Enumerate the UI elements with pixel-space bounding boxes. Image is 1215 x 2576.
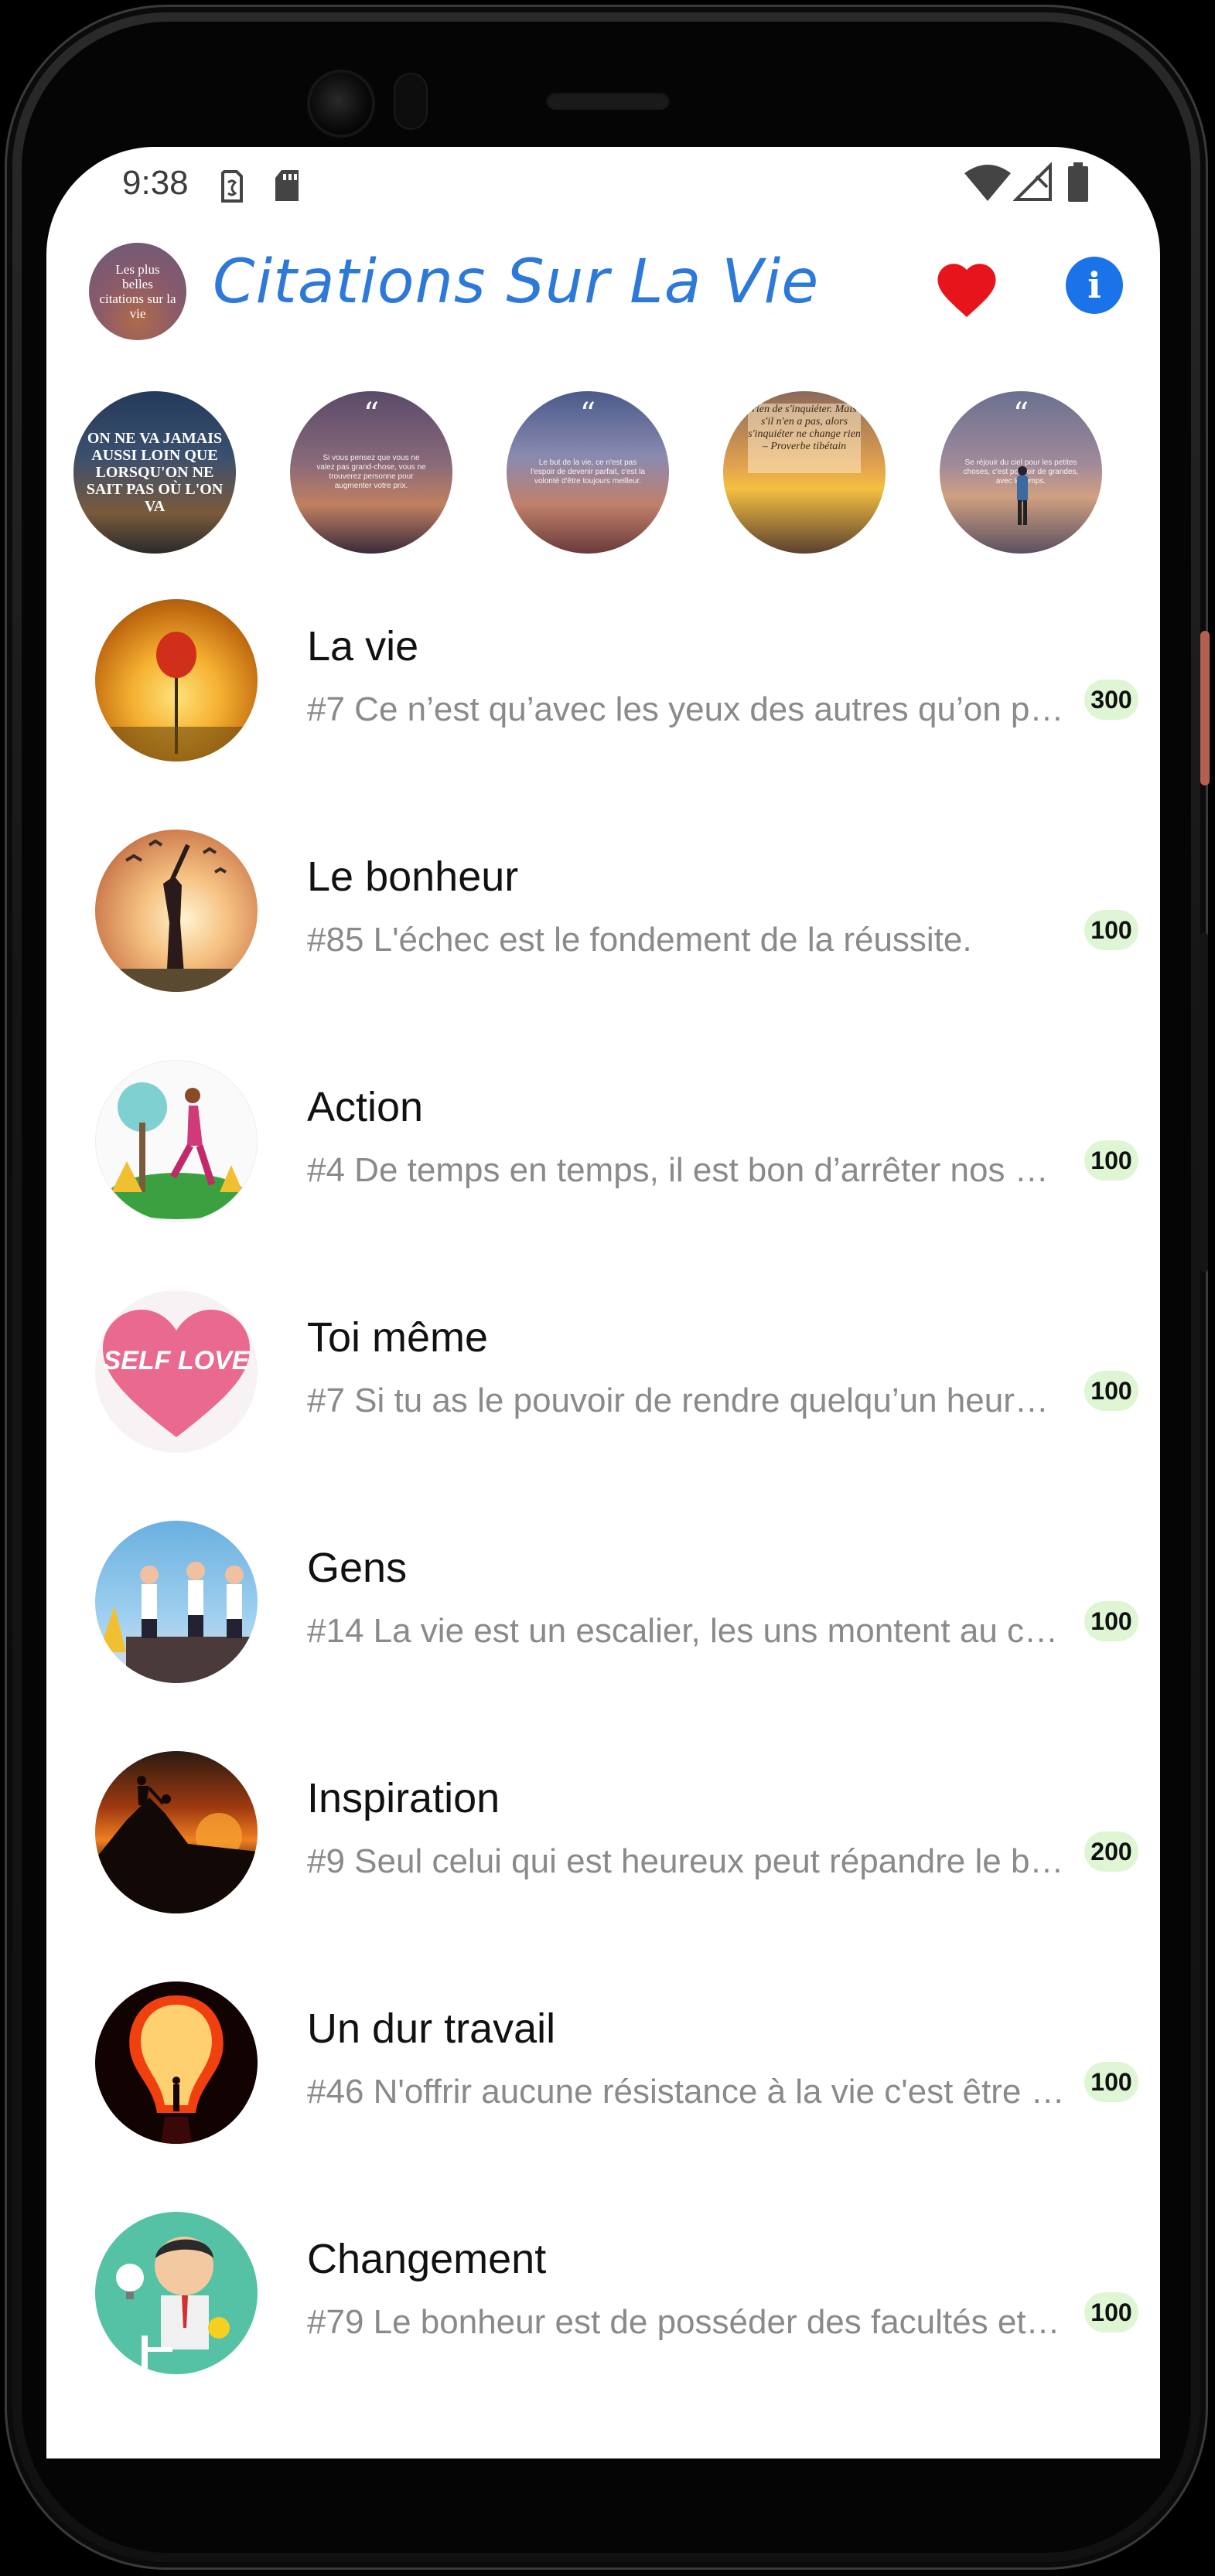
category-title: Inspiration bbox=[307, 1775, 500, 1821]
quote-mark-icon: “ bbox=[363, 397, 380, 432]
lightbulb-door-image bbox=[129, 1995, 224, 2144]
category-avatar bbox=[95, 1060, 258, 1222]
power-button bbox=[1200, 631, 1210, 785]
climbers-silhouette-image bbox=[95, 1776, 258, 1913]
list-item[interactable]: Changement #79 Le bonheur est de posséde… bbox=[46, 2212, 1160, 2442]
app-title: Citations Sur La Vie bbox=[213, 247, 820, 317]
category-avatar bbox=[95, 2212, 258, 2374]
app-screen: 9:38 Les plus belles citations sur la vi… bbox=[46, 147, 1160, 2458]
story-text: Si vous pensez que vous ne valez pas gra… bbox=[316, 454, 426, 490]
self-love-text: SELF LOVE bbox=[104, 1346, 251, 1375]
list-item[interactable]: Action #4 De temps en temps, il est bon … bbox=[46, 1060, 1160, 1290]
category-preview: #79 Le bonheur est de posséder des facul… bbox=[307, 2303, 1065, 2341]
status-bar: 9:38 bbox=[46, 147, 1160, 224]
status-time: 9:38 bbox=[122, 164, 189, 202]
count-badge: 100 bbox=[1084, 910, 1138, 950]
category-avatar: SELF LOVE bbox=[95, 1290, 258, 1453]
favorites-button[interactable] bbox=[932, 255, 1002, 325]
category-title: Action bbox=[307, 1084, 424, 1130]
runner-illustration bbox=[108, 1082, 247, 1219]
list-item[interactable]: SELF LOVE Toi même #7 Si tu as le pouvoi… bbox=[46, 1290, 1160, 1521]
self-love-heart-image: SELF LOVE bbox=[103, 1310, 251, 1437]
category-title: Un dur travail bbox=[307, 2005, 556, 2052]
battery-icon bbox=[1068, 162, 1088, 202]
count-badge: 100 bbox=[1084, 2062, 1138, 2102]
stories-row: ON NE VA JAMAIS AUSSI LOIN QUE LORSQU'ON… bbox=[46, 391, 1160, 561]
info-button[interactable]: i bbox=[1066, 257, 1123, 314]
category-preview: #7 Ce n’est qu’avec les yeux des autres … bbox=[307, 690, 1065, 728]
category-preview: #85 L'échec est le fondement de la réuss… bbox=[307, 921, 972, 959]
category-preview: #9 Seul celui qui est heureux peut répan… bbox=[307, 1842, 1065, 1880]
quote-mark-icon: “ bbox=[579, 397, 596, 432]
app-logo-text: Les plus belles citations sur la vie bbox=[99, 262, 176, 321]
volume-button bbox=[1200, 932, 1208, 1273]
category-title: Le bonheur bbox=[307, 854, 519, 900]
count-badge: 100 bbox=[1084, 2292, 1138, 2332]
count-badge: 300 bbox=[1084, 680, 1138, 720]
info-icon: i bbox=[1087, 264, 1101, 306]
story-text: ON NE VA JAMAIS AUSSI LOIN QUE LORSQU'ON… bbox=[86, 430, 224, 515]
category-avatar bbox=[95, 599, 258, 762]
story-item[interactable]: “ Si vous pensez que vous ne valez pas g… bbox=[290, 391, 452, 554]
businessman-lightbulb-image bbox=[116, 2237, 230, 2374]
wifi-icon bbox=[964, 165, 1011, 201]
category-title: La vie bbox=[307, 623, 419, 670]
count-badge: 100 bbox=[1084, 1601, 1138, 1641]
story-item[interactable]: “ Le but de la vie, ce n'est pas l'espoi… bbox=[507, 391, 669, 554]
heart-icon bbox=[937, 264, 996, 318]
woman-birds-image bbox=[95, 839, 258, 992]
sim-card-icon bbox=[221, 170, 243, 203]
story-item[interactable]: rien de s'inquiéter. Mais s'il n'en a pa… bbox=[723, 391, 886, 554]
category-title: Changement bbox=[307, 2236, 547, 2282]
story-text: rien de s'inquiéter. Mais s'il n'en a pa… bbox=[748, 404, 861, 473]
list-item[interactable]: Le bonheur #85 L'échec est le fondement … bbox=[46, 830, 1160, 1060]
story-item[interactable]: “ Se réjouir du ciel pour les petites ch… bbox=[940, 391, 1102, 554]
poppy-image bbox=[95, 632, 258, 762]
category-avatar bbox=[95, 1751, 258, 1913]
category-title: Toi même bbox=[307, 1314, 489, 1361]
business-people-image bbox=[99, 1562, 258, 1683]
person-silhouette bbox=[1017, 466, 1028, 525]
front-camera bbox=[310, 73, 372, 135]
proximity-sensor bbox=[395, 74, 426, 128]
app-bar: Les plus belles citations sur la vie Cit… bbox=[46, 224, 1160, 348]
category-preview: #14 La vie est un escalier, les uns mont… bbox=[307, 1612, 1065, 1650]
category-avatar bbox=[95, 1981, 258, 2144]
list-item[interactable]: Inspiration #9 Seul celui qui est heureu… bbox=[46, 1751, 1160, 1981]
category-avatar bbox=[95, 830, 258, 992]
count-badge: 200 bbox=[1084, 1831, 1138, 1872]
app-logo: Les plus belles citations sur la vie bbox=[89, 243, 186, 340]
earpiece-speaker bbox=[546, 91, 670, 110]
story-text: Le but de la vie, ce n'est pas l'espoir … bbox=[531, 458, 645, 486]
list-item[interactable]: La vie #7 Ce n’est qu’avec les yeux des … bbox=[46, 599, 1160, 830]
bottom-bezel bbox=[0, 2458, 1215, 2567]
signal-icon bbox=[1013, 162, 1052, 201]
quote-mark-icon: “ bbox=[1012, 397, 1029, 432]
count-badge: 100 bbox=[1084, 1140, 1138, 1181]
category-avatar bbox=[95, 1521, 258, 1683]
list-item[interactable]: Gens #14 La vie est un escalier, les uns… bbox=[46, 1521, 1160, 1751]
list-item[interactable]: Un dur travail #46 N'offrir aucune résis… bbox=[46, 1981, 1160, 2212]
count-badge: 100 bbox=[1084, 1371, 1138, 1411]
category-preview: #7 Si tu as le pouvoir de rendre quelqu’… bbox=[307, 1382, 1065, 1419]
story-item[interactable]: ON NE VA JAMAIS AUSSI LOIN QUE LORSQU'ON… bbox=[73, 391, 236, 554]
category-preview: #4 De temps en temps, il est bon d’arrêt… bbox=[307, 1151, 1065, 1189]
category-title: Gens bbox=[307, 1545, 408, 1591]
category-preview: #46 N'offrir aucune résistance à la vie … bbox=[307, 2073, 1065, 2111]
sd-card-icon bbox=[275, 170, 299, 201]
